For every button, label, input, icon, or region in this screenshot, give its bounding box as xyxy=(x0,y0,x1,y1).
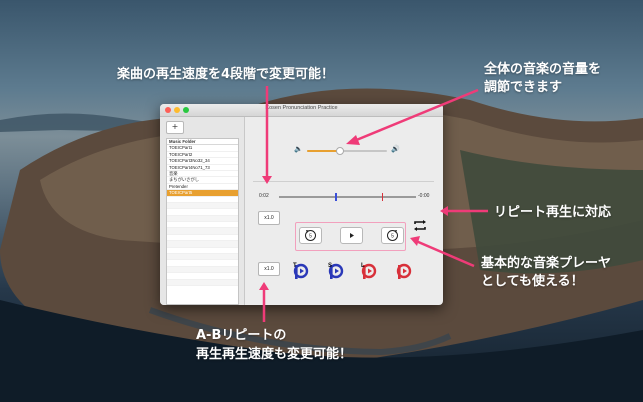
arrowhead-repeat xyxy=(440,206,448,216)
annotation-arrows xyxy=(259,86,488,322)
arrowhead-ab xyxy=(259,282,269,290)
arrowhead-player xyxy=(410,236,420,246)
arrow-player xyxy=(415,239,475,268)
arrow-volume xyxy=(353,88,479,143)
arrowhead-volume xyxy=(346,135,360,145)
arrowhead-speed xyxy=(262,176,272,184)
